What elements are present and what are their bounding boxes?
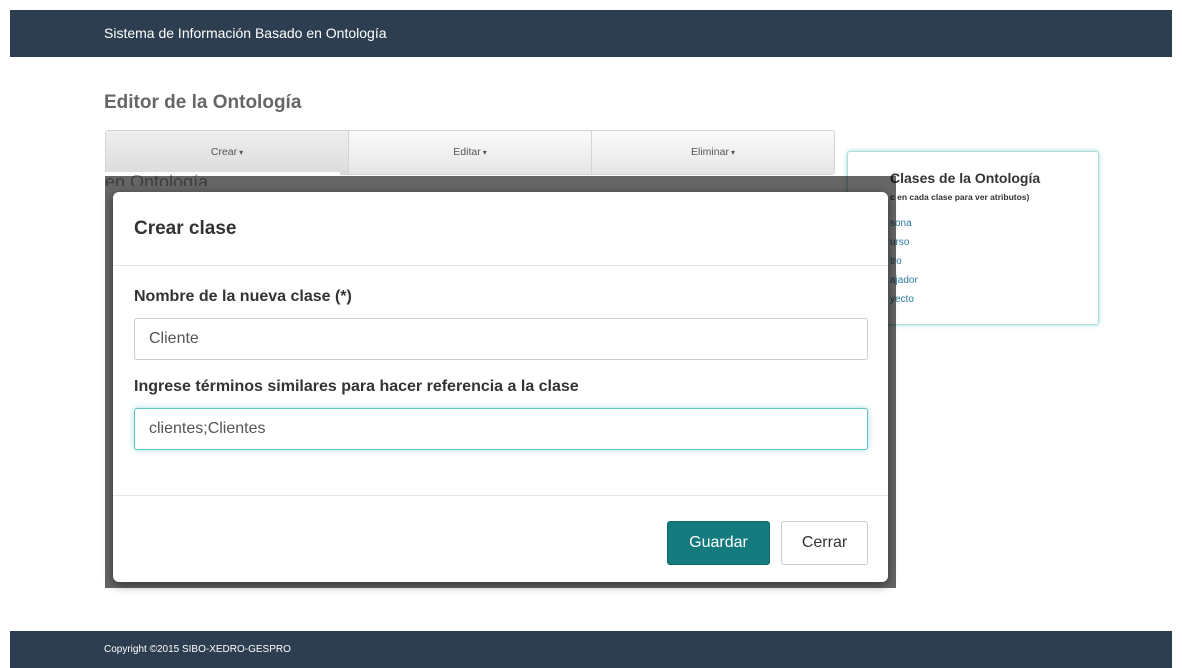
editar-dropdown-button[interactable]: Editar ▾ [349, 131, 592, 174]
close-button[interactable]: Cerrar [781, 521, 868, 565]
class-link-centro[interactable]: tro [890, 252, 1098, 271]
synonyms-label: Ingrese términos similares para hacer re… [134, 378, 579, 395]
class-name-label: Nombre de la nueva clase (*) [134, 288, 352, 305]
top-navbar: Sistema de Información Basado en Ontolog… [10, 10, 1172, 57]
chevron-down-icon: ▾ [730, 148, 735, 157]
class-link-trabajador[interactable]: ajador [890, 271, 1098, 290]
eliminar-label: Eliminar [691, 146, 729, 158]
eliminar-dropdown-button[interactable]: Eliminar ▾ [592, 131, 834, 174]
create-class-modal: Crear clase Nombre de la nueva clase (*)… [113, 192, 888, 582]
class-list: sona urso tro ajador yecto [890, 214, 1098, 309]
panel-hint: c en cada clase para ver atributos) [890, 192, 1030, 202]
editar-label: Editar [453, 146, 481, 158]
class-link-persona[interactable]: sona [890, 214, 1098, 233]
copyright-text: Copyright ©2015 SIBO-XEDRO-GESPRO [104, 644, 291, 655]
toolbar-button-group: Crear ▾ Editar ▾ Eliminar ▾ [105, 130, 835, 175]
modal-body: Nombre de la nueva clase (*) Cliente Ing… [113, 266, 888, 496]
modal-title: Crear clase [134, 218, 237, 239]
modal-footer: Guardar Cerrar [113, 496, 888, 581]
class-link-proyecto[interactable]: yecto [890, 290, 1098, 309]
class-link-recurso[interactable]: urso [890, 233, 1098, 252]
crear-dropdown-button[interactable]: Crear ▾ [106, 131, 349, 174]
panel-title: Clases de la Ontología [890, 170, 1041, 186]
page-title: Editor de la Ontología [104, 92, 302, 113]
modal-header: Crear clase [113, 192, 888, 266]
page-footer: Copyright ©2015 SIBO-XEDRO-GESPRO [10, 631, 1172, 668]
save-button[interactable]: Guardar [667, 521, 770, 565]
class-name-input[interactable]: Cliente [134, 318, 868, 360]
chevron-down-icon: ▾ [239, 148, 244, 157]
navbar-brand[interactable]: Sistema de Información Basado en Ontolog… [104, 10, 387, 57]
synonyms-input[interactable]: clientes;Clientes [134, 408, 868, 450]
chevron-down-icon: ▾ [482, 148, 487, 157]
crear-label: Crear [210, 146, 238, 158]
